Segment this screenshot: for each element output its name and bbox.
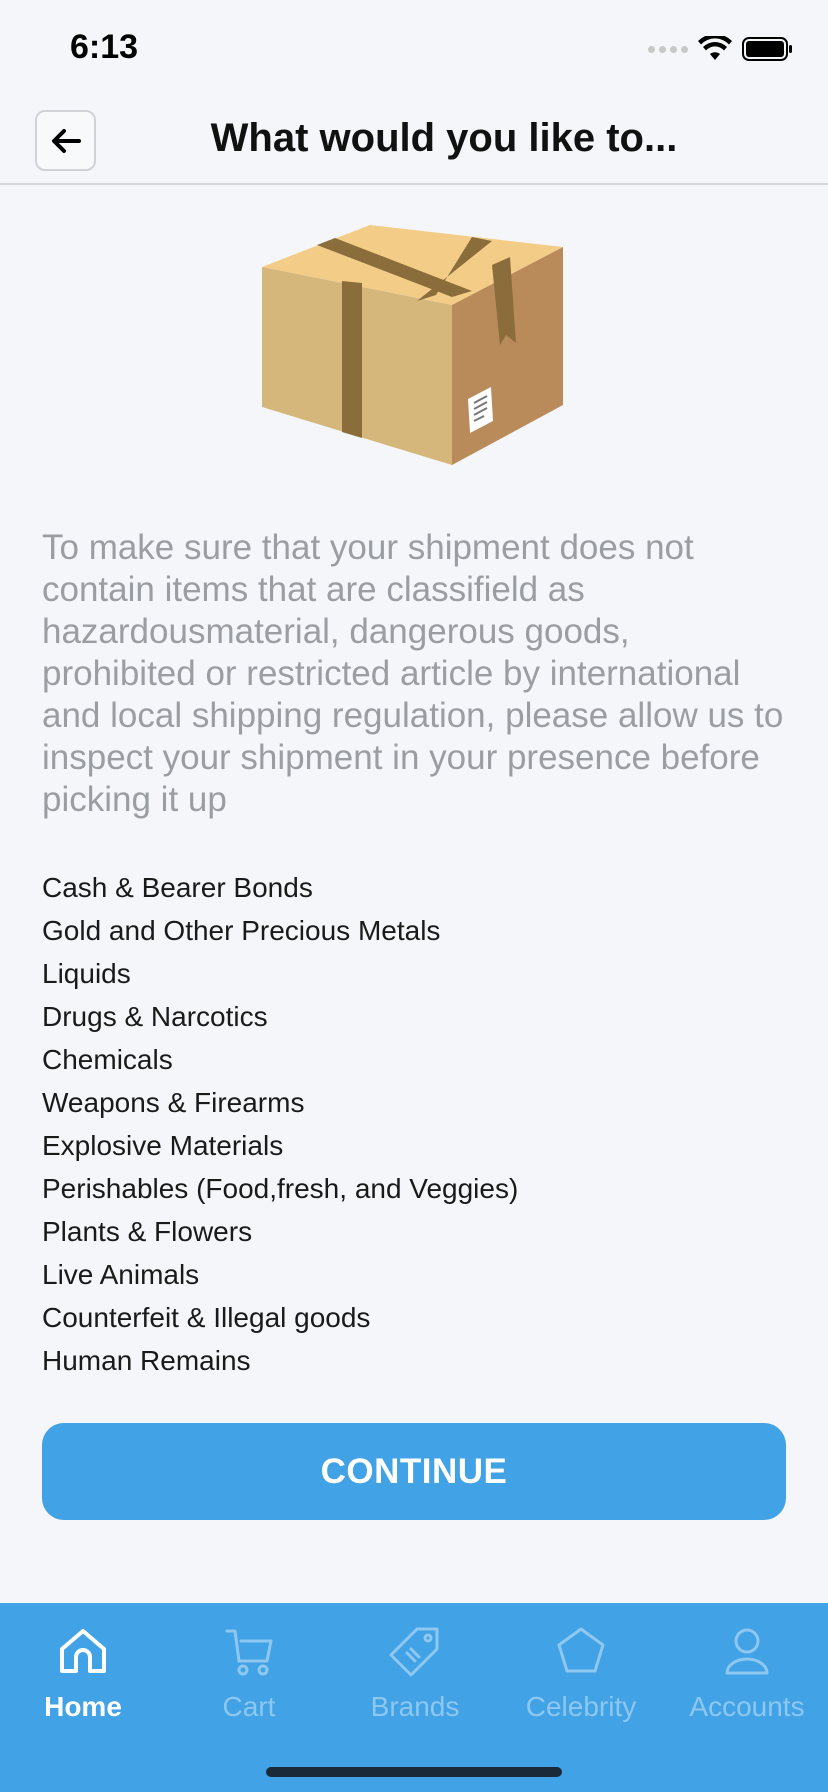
cellular-signal-icon (648, 45, 688, 53)
back-button[interactable] (35, 110, 96, 171)
tab-label: Home (44, 1691, 122, 1722)
list-item: Plants & Flowers (42, 1216, 253, 1247)
tab-accounts[interactable]: Accounts (664, 1623, 828, 1733)
list-item: Perishables (Food,fresh, and Veggies) (42, 1173, 519, 1204)
home-indicator (266, 1767, 562, 1777)
tab-label: Cart (222, 1691, 276, 1722)
status-icons (648, 36, 794, 62)
star-icon (557, 1627, 605, 1673)
list-item: Drugs & Narcotics (42, 1001, 268, 1032)
tab-brands[interactable]: Brands (332, 1623, 498, 1733)
list-item: Liquids (42, 958, 131, 989)
list-item: Live Animals (42, 1259, 200, 1290)
cart-icon (225, 1629, 273, 1676)
status-bar: 6:13 (0, 0, 828, 100)
tab-label: Celebrity (525, 1691, 637, 1722)
header: What would you like to... (0, 100, 828, 185)
bottom-tab-bar: Home Cart Brands Celebrity Accounts (0, 1603, 828, 1792)
package-box-illustration (262, 225, 563, 465)
list-item: Cash & Bearer Bonds (42, 872, 313, 903)
battery-icon (742, 37, 792, 61)
list-item: Human Remains (42, 1345, 251, 1376)
wifi-icon (698, 36, 732, 60)
user-icon (725, 1628, 769, 1675)
status-time: 6:13 (70, 28, 139, 66)
home-icon (60, 1629, 106, 1673)
list-item: Chemicals (42, 1044, 173, 1075)
list-item: Counterfeit & Illegal goods (42, 1302, 371, 1333)
page-title: What would you like to... (210, 116, 678, 160)
list-item: Gold and Other Precious Metals (42, 915, 441, 946)
tab-label: Brands (370, 1691, 460, 1722)
continue-button[interactable]: CONTINUE (42, 1423, 786, 1520)
arrow-left-icon (51, 128, 81, 153)
tab-cart[interactable]: Cart (166, 1623, 332, 1733)
list-item: Explosive Materials (42, 1130, 284, 1161)
intro-text: To make sure that your shipment does not… (42, 528, 784, 819)
restricted-items-list: Cash & Bearer Bonds Gold and Other Preci… (42, 866, 792, 1382)
tab-home[interactable]: Home (0, 1623, 166, 1733)
tag-icon (389, 1627, 439, 1677)
tab-label: Accounts (689, 1691, 805, 1722)
list-item: Weapons & Firearms (42, 1087, 305, 1118)
tab-celebrity[interactable]: Celebrity (498, 1623, 664, 1733)
